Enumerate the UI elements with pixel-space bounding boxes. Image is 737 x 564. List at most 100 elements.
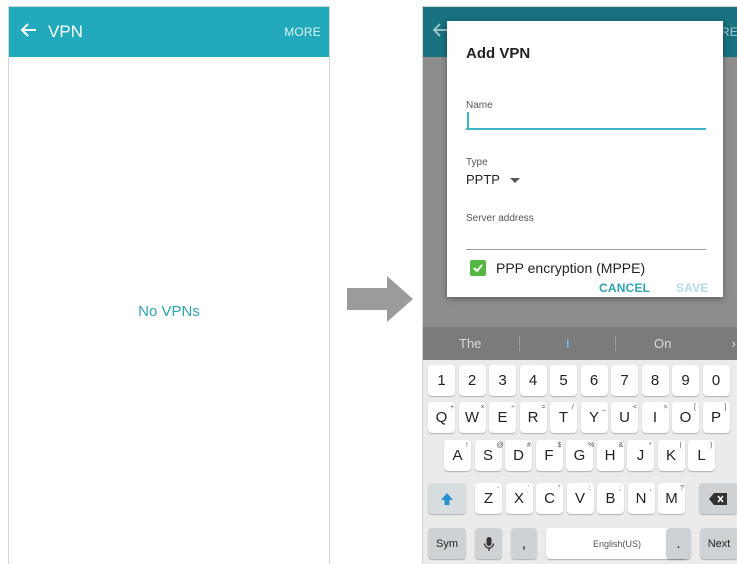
key-h[interactable]: H & bbox=[596, 440, 624, 471]
app-bar: VPN MORE bbox=[9, 7, 329, 57]
key-label: P bbox=[710, 409, 721, 426]
key-s[interactable]: S @ bbox=[474, 440, 504, 471]
key-d[interactable]: D # bbox=[505, 440, 532, 471]
key-label: 7 bbox=[620, 372, 629, 389]
key-secondary-label: [ bbox=[694, 404, 696, 411]
key-secondary-label: @ bbox=[496, 442, 504, 449]
key-label: N bbox=[635, 490, 647, 507]
key-6[interactable]: 6 bbox=[580, 365, 608, 396]
suggestion-item[interactable]: On bbox=[654, 336, 671, 351]
key-secondary-label: , bbox=[649, 485, 652, 492]
add-vpn-dialog: Add VPN Name Type PPTP Server address PP… bbox=[447, 21, 723, 297]
text-cursor bbox=[467, 112, 469, 129]
key-label: 0 bbox=[711, 372, 721, 389]
key-m[interactable]: M? bbox=[658, 483, 685, 514]
key-x[interactable]: X ' bbox=[505, 483, 533, 514]
key-l[interactable]: L) bbox=[688, 440, 715, 471]
key-4[interactable]: 4 bbox=[519, 365, 547, 396]
key-secondary-label: ( bbox=[679, 442, 682, 449]
key-secondary-label: " bbox=[558, 485, 561, 492]
shift-arrow-icon bbox=[441, 492, 453, 505]
key-2[interactable]: 2 bbox=[458, 365, 486, 396]
key-label: K bbox=[665, 447, 676, 464]
key-secondary-label: > bbox=[663, 404, 668, 411]
next-key[interactable]: Next bbox=[700, 528, 737, 559]
key-secondary-label: ] bbox=[724, 404, 727, 411]
encryption-option[interactable]: PPP encryption (MPPE) bbox=[470, 260, 645, 276]
key-5[interactable]: 5 bbox=[550, 365, 577, 396]
key-e[interactable]: E ÷ bbox=[489, 402, 516, 433]
key-o[interactable]: O[ bbox=[672, 402, 699, 433]
checkbox-checked-icon[interactable] bbox=[470, 260, 486, 276]
key-secondary-label: ÷ bbox=[511, 404, 515, 411]
key-label: G bbox=[573, 447, 586, 464]
more-menu-button[interactable]: MORE bbox=[284, 25, 321, 39]
key-n[interactable]: N, bbox=[627, 483, 655, 514]
key-i[interactable]: I > bbox=[641, 402, 669, 433]
key-3[interactable]: 3 bbox=[489, 365, 516, 396]
key-secondary-label: ; bbox=[619, 485, 621, 492]
key-secondary-label: % bbox=[588, 442, 595, 449]
comma-key[interactable]: , bbox=[511, 528, 537, 559]
key-label: I bbox=[652, 409, 658, 426]
backspace-key[interactable] bbox=[699, 483, 737, 514]
key-label: 3 bbox=[498, 372, 507, 389]
key-j[interactable]: J * bbox=[627, 440, 654, 471]
back-arrow-icon[interactable] bbox=[19, 20, 39, 40]
key-secondary-label: × bbox=[480, 404, 485, 411]
key-1[interactable]: 1 bbox=[428, 365, 455, 396]
symbol-key[interactable]: Sym bbox=[428, 528, 466, 559]
save-button[interactable]: SAVE bbox=[676, 281, 709, 295]
key-label: V bbox=[574, 490, 585, 507]
suggestion-item[interactable]: I bbox=[566, 336, 570, 351]
key-q[interactable]: Q + bbox=[428, 402, 455, 433]
suggestion-item[interactable]: The bbox=[459, 336, 481, 351]
key-label: X bbox=[513, 490, 524, 507]
key-secondary-label: _ bbox=[602, 404, 607, 411]
key-secondary-label: - bbox=[497, 485, 500, 492]
key-w[interactable]: W × bbox=[458, 402, 486, 433]
key-8[interactable]: 8 bbox=[641, 365, 669, 396]
suggestion-divider bbox=[615, 336, 616, 351]
key-y[interactable]: Y _ bbox=[580, 402, 608, 433]
voice-input-key[interactable] bbox=[475, 528, 502, 559]
key-label: E bbox=[497, 409, 508, 426]
key-0[interactable]: 0 bbox=[702, 365, 730, 396]
key-label: 2 bbox=[467, 372, 477, 389]
key-z[interactable]: Z- bbox=[475, 483, 502, 514]
key-label: M bbox=[665, 490, 678, 507]
suggestion-bar: The I On › bbox=[423, 327, 737, 360]
chevron-right-icon[interactable]: › bbox=[731, 335, 736, 351]
key-b[interactable]: B; bbox=[597, 483, 624, 514]
key-label: U bbox=[619, 409, 630, 426]
key-f[interactable]: F $ bbox=[535, 440, 563, 471]
key-label: H bbox=[604, 447, 616, 464]
cancel-button[interactable]: CANCEL bbox=[599, 281, 650, 295]
key-label: F bbox=[544, 447, 554, 464]
key-c[interactable]: C " bbox=[536, 483, 563, 514]
key-secondary-label: $ bbox=[557, 442, 562, 449]
server-address-field[interactable] bbox=[466, 225, 706, 247]
type-dropdown[interactable]: PPTP bbox=[466, 172, 520, 187]
key-g[interactable]: G% bbox=[566, 440, 595, 471]
key-v[interactable]: V: bbox=[566, 483, 594, 514]
key-r[interactable]: R = bbox=[519, 402, 547, 433]
key-k[interactable]: K( bbox=[657, 440, 685, 471]
encryption-label: PPP encryption (MPPE) bbox=[496, 260, 646, 276]
server-address-label: Server address bbox=[466, 213, 534, 224]
add-vpn-screen: M O R E Add VPN Name Type PPTP Server addre… bbox=[422, 6, 737, 564]
key-7[interactable]: 7 bbox=[611, 365, 638, 396]
key-9[interactable]: 9 bbox=[672, 365, 699, 396]
key-secondary-label: : bbox=[588, 485, 591, 492]
key-secondary-label: ! bbox=[466, 442, 468, 449]
key-label: R bbox=[527, 409, 539, 426]
empty-vpn-message: No VPNs bbox=[138, 303, 200, 320]
key-p[interactable]: P] bbox=[702, 402, 730, 433]
server-underline bbox=[466, 249, 706, 250]
suggestion-divider bbox=[519, 336, 520, 351]
key-t[interactable]: T / bbox=[550, 402, 577, 433]
key-u[interactable]: U < bbox=[611, 402, 638, 433]
key-a[interactable]: A! bbox=[444, 440, 471, 471]
shift-key[interactable] bbox=[428, 483, 466, 514]
period-key[interactable]: . bbox=[666, 528, 691, 559]
